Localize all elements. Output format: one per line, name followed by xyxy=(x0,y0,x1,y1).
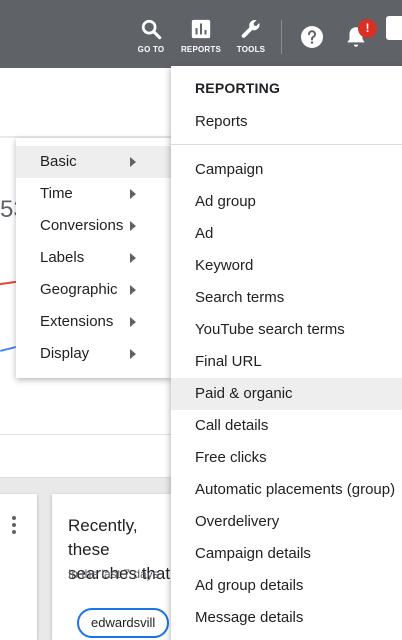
report-item-message-details[interactable]: Message details xyxy=(171,602,402,634)
search-icon xyxy=(141,19,162,40)
submenu-item-time[interactable]: Time xyxy=(16,178,171,210)
help-icon[interactable] xyxy=(300,25,324,49)
submenu-item-display[interactable]: Display xyxy=(16,338,171,370)
top-bar: GO TO REPORTS TOOLS ! xyxy=(0,0,402,68)
chevron-right-icon xyxy=(130,157,136,167)
bar-chart-icon xyxy=(191,19,211,39)
chevron-right-icon xyxy=(130,189,136,199)
submenu-item-labels[interactable]: Labels xyxy=(16,242,171,274)
reporting-heading: REPORTING xyxy=(195,80,281,96)
notification-badge: ! xyxy=(358,19,377,38)
chevron-right-icon xyxy=(130,221,136,231)
report-item-campaign-details[interactable]: Campaign details xyxy=(171,538,402,570)
submenu-item-extensions[interactable]: Extensions xyxy=(16,306,171,338)
reports-label: REPORTS xyxy=(180,45,222,54)
dropdown-divider xyxy=(171,144,402,145)
toolbar-divider xyxy=(281,20,282,54)
submenu-item-label: Display xyxy=(40,345,90,362)
submenu-item-label: Conversions xyxy=(40,217,124,234)
submenu-item-label: Basic xyxy=(40,153,77,170)
reports-dropdown: REPORTING Reports Campaign Ad group Ad Keyw… xyxy=(171,66,402,640)
account-avatar[interactable] xyxy=(386,16,402,40)
chevron-right-icon xyxy=(130,253,136,263)
wrench-icon xyxy=(241,20,260,38)
submenu-item-conversions[interactable]: Conversions xyxy=(16,210,171,242)
goto-button[interactable]: GO TO xyxy=(127,18,175,62)
chevron-right-icon xyxy=(130,349,136,359)
report-item-youtube-search-terms[interactable]: YouTube search terms xyxy=(171,314,402,346)
report-category-submenu: Basic Time Conversions Labels Geographic Exte… xyxy=(16,138,171,378)
searches-card-subtitle: In the last 7 days xyxy=(68,567,159,581)
search-term-chip[interactable]: edwardsvill xyxy=(77,608,169,638)
report-item-ad[interactable]: Ad xyxy=(171,218,402,250)
submenu-item-label: Extensions xyxy=(40,313,114,330)
tools-button[interactable]: TOOLS xyxy=(227,18,275,62)
report-item-paid-organic[interactable]: Paid & organic xyxy=(171,378,402,410)
report-item-automatic-placements-group[interactable]: Automatic placements (group) xyxy=(171,474,402,506)
report-item-ad-group-details[interactable]: Ad group details xyxy=(171,570,402,602)
chevron-right-icon xyxy=(130,317,136,327)
reports-button[interactable]: REPORTS xyxy=(177,18,225,62)
reports-menu-item[interactable]: Reports xyxy=(171,106,402,138)
report-item-ad-group[interactable]: Ad group xyxy=(171,186,402,218)
predefined-reports-list: Campaign Ad group Ad Keyword Search terms You… xyxy=(171,154,402,634)
submenu-item-label: Geographic xyxy=(40,281,118,298)
report-item-overdelivery[interactable]: Overdelivery xyxy=(171,506,402,538)
report-item-campaign[interactable]: Campaign xyxy=(171,154,402,186)
submenu-item-label: Time xyxy=(40,185,73,202)
submenu-item-label: Labels xyxy=(40,249,85,266)
report-item-search-terms[interactable]: Search terms xyxy=(171,282,402,314)
more-options-icon[interactable] xyxy=(12,516,16,534)
left-card xyxy=(0,494,37,640)
report-item-keyword[interactable]: Keyword xyxy=(171,250,402,282)
tools-label: TOOLS xyxy=(236,45,266,54)
report-item-call-details[interactable]: Call details xyxy=(171,410,402,442)
chevron-right-icon xyxy=(130,285,136,295)
submenu-item-geographic[interactable]: Geographic xyxy=(16,274,171,306)
submenu-item-basic[interactable]: Basic xyxy=(16,146,171,178)
goto-label: GO TO xyxy=(137,45,165,54)
report-item-free-clicks[interactable]: Free clicks xyxy=(171,442,402,474)
report-item-final-url[interactable]: Final URL xyxy=(171,346,402,378)
